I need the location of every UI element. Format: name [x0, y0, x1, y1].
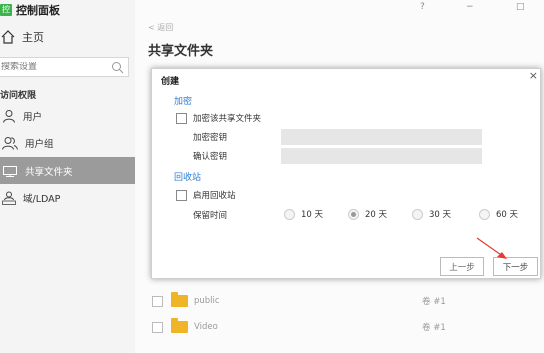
key-label: 加密密钥 [193, 133, 228, 143]
sidebar-item-users[interactable]: 用户 [0, 102, 135, 129]
section-title-access: 访问权限 [0, 91, 37, 101]
back-link[interactable]: < 返回 [148, 22, 173, 33]
app-logo: 控制 [0, 4, 12, 16]
sidebar: 控制 控制面板 主页 访问权限 用户 用户组 [0, 0, 135, 353]
radio-label: 60 天 [496, 210, 519, 220]
group-icon [2, 136, 18, 150]
radio-circle[interactable] [284, 208, 295, 220]
user-icon [3, 109, 15, 123]
radio-30-days[interactable]: 30 天 [412, 208, 451, 220]
folder-name: Video [194, 322, 218, 332]
folder-name: public [194, 296, 220, 306]
radio-label: 30 天 [429, 210, 452, 220]
radio-60-days[interactable]: 60 天 [479, 208, 518, 220]
annotation-arrow-icon [476, 237, 507, 259]
search-icon[interactable] [111, 61, 124, 74]
sidebar-item-label: 域/LDAP [23, 193, 61, 205]
home-label: 主页 [22, 31, 44, 44]
folder-icon [171, 318, 188, 333]
home-icon [1, 30, 15, 44]
sidebar-item-shared-folders[interactable]: 共享文件夹 [0, 157, 135, 184]
radio-label: 10 天 [301, 210, 324, 220]
folder-icon [171, 292, 188, 307]
dialog-title: 创建 [161, 77, 180, 87]
radio-label: 20 天 [365, 210, 388, 220]
encrypt-checkbox-label: 加密该共享文件夹 [193, 114, 262, 124]
row-checkbox[interactable] [152, 295, 163, 307]
sidebar-item-label: 用户组 [25, 138, 54, 150]
sidebar-item-label: 用户 [23, 111, 43, 123]
shared-folder-icon [3, 165, 17, 177]
app-title: 控制面板 [16, 4, 60, 17]
page-title: 共享文件夹 [148, 44, 214, 59]
sidebar-item-ldap[interactable]: 域/LDAP [0, 184, 135, 211]
encrypt-checkbox[interactable] [176, 113, 187, 124]
brand: 控制 控制面板 [0, 2, 60, 18]
minimize-button[interactable]: − [466, 2, 474, 12]
row-checkbox[interactable] [152, 321, 163, 333]
search-box[interactable] [0, 57, 129, 77]
maximize-button[interactable]: □ [516, 2, 525, 12]
confirm-key-label: 确认密钥 [193, 152, 228, 162]
section-encryption: 加密 [174, 97, 193, 107]
radio-10-days[interactable]: 10 天 [284, 208, 323, 220]
encryption-key-input[interactable] [281, 129, 482, 145]
search-input[interactable] [0, 62, 104, 72]
radio-circle[interactable] [412, 208, 423, 220]
close-icon[interactable]: × [529, 69, 538, 82]
help-button[interactable]: ? [420, 2, 425, 12]
table-row[interactable]: public 卷 #1 [152, 292, 446, 310]
home-link[interactable]: 主页 [0, 28, 44, 46]
radio-circle[interactable] [348, 208, 359, 220]
sidebar-item-label: 共享文件夹 [25, 166, 73, 178]
table-row[interactable]: Video 卷 #1 [152, 318, 446, 336]
folder-volume: 卷 #1 [422, 323, 446, 333]
radio-20-days[interactable]: 20 天 [348, 208, 387, 220]
ldap-icon [2, 191, 16, 205]
folder-volume: 卷 #1 [422, 297, 446, 307]
radio-circle[interactable] [479, 208, 490, 220]
retention-label: 保留时间 [193, 211, 228, 221]
section-recycle-bin: 回收站 [174, 173, 202, 183]
sidebar-item-groups[interactable]: 用户组 [0, 129, 135, 156]
recycle-bin-checkbox[interactable] [176, 190, 187, 201]
recycle-bin-checkbox-label: 启用回收站 [193, 191, 236, 201]
confirm-key-input[interactable] [281, 148, 482, 164]
